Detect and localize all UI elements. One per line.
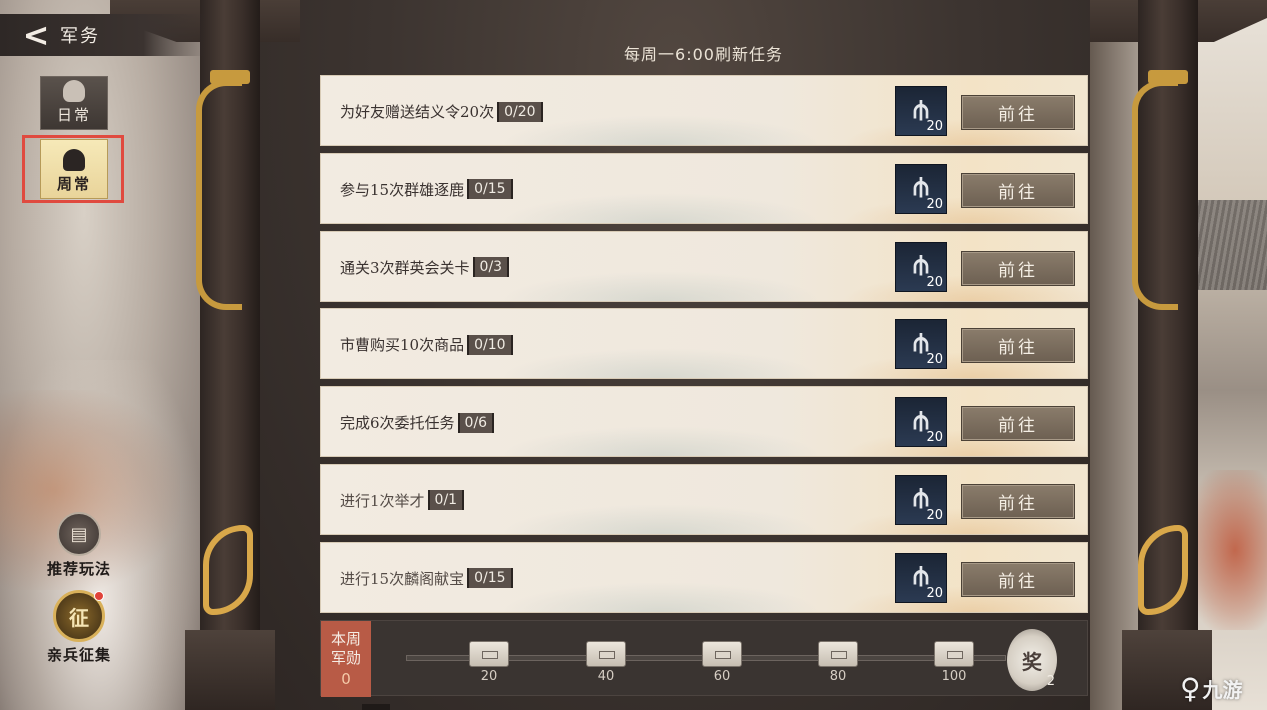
task-text: 为好友赠送结义令20次 [340,103,495,121]
task-progress: 0/10 [467,334,513,355]
reward-count: 20 [926,352,943,368]
task-progress: 0/20 [497,101,543,122]
milestone-label: 100 [941,669,967,684]
site-watermark: ♀ 九游 [1180,672,1243,705]
reward-count: 20 [926,507,943,523]
task-progress: 0/3 [472,257,510,278]
refresh-note: 每周一6:00刷新任务 [624,45,783,64]
task-progress: 0/6 [457,412,495,433]
weekly-task-list: 为好友赠送结义令20次 0/20 ⫛ 20 前往 参与15次群雄逐鹿 0/15 … [320,75,1088,620]
task-text: 通关3次群英会关卡 [340,258,470,277]
reward-item[interactable]: ⫛ 20 [895,474,947,525]
task-description: 参与15次群雄逐鹿 0/15 [340,154,513,223]
recommend-gameplay-label: 推荐玩法 [46,560,111,578]
merit-label-line2: 军勋 [330,648,361,667]
bottom-edge-element [362,704,390,710]
notification-dot [94,591,104,601]
task-text: 市曹购买10次商品 [340,336,465,355]
milestone-chest[interactable] [469,641,509,667]
task-description: 进行1次举才 0/1 [340,465,465,534]
final-reward-glyph: 奖 [1022,649,1042,674]
milestone-label: 20 [480,669,498,684]
task-progress: 0/15 [467,179,513,200]
milestone-chest[interactable] [934,641,974,667]
tab-daily-label: 日常 [56,106,91,124]
reward-count: 20 [926,119,943,134]
left-pillar-base [185,630,275,710]
watermark-text: 九游 [1202,678,1243,702]
daily-tab-icon [63,80,85,102]
reward-count: 20 [926,274,943,290]
task-description: 市曹购买10次商品 0/10 [340,309,513,378]
task-row: 进行1次举才 0/1 ⫛ 20 前往 [320,463,1088,535]
reward-item[interactable]: ⫛ 20 [895,397,947,448]
reward-item[interactable]: ⫛ 20 [895,241,947,292]
watermark-logo-icon: ♀ [1180,672,1201,705]
task-description: 为好友赠送结义令20次 0/20 [340,76,543,145]
milestone-chest[interactable] [818,641,858,667]
recruit-seal-glyph: 征 [69,605,89,630]
go-button[interactable]: 前往 [961,406,1075,442]
task-description: 进行15次麟阁献宝 0/15 [340,543,513,612]
final-reward-count: 2 [1046,674,1055,689]
guard-recruit-label: 亲兵征集 [46,646,111,664]
scroll-icon: ▤ [57,512,101,556]
reward-item[interactable]: ⫛ 20 [895,319,947,370]
go-button[interactable]: 前往 [961,483,1075,519]
merit-label-line1: 本周 [330,629,361,648]
right-roof-tiles [1187,200,1267,290]
right-red-foliage [1187,470,1267,630]
tab-daily[interactable]: 日常 [40,76,108,130]
task-row: 通关3次群英会关卡 0/3 ⫛ 20 前往 [320,230,1088,302]
task-text: 参与15次群雄逐鹿 [340,180,465,199]
task-description: 完成6次委托任务 0/6 [340,387,495,456]
reward-count: 20 [926,196,943,212]
recommend-gameplay-button[interactable]: ▤ 推荐玩法 [40,512,118,579]
merit-value: 0 [341,669,351,688]
task-row: 进行15次麟阁献宝 0/15 ⫛ 20 前往 [320,541,1088,613]
go-button[interactable]: 前往 [961,95,1075,130]
right-dragon-ornament [1132,80,1178,310]
guard-recruit-button[interactable]: 征 亲兵征集 [40,590,118,665]
recruit-seal-icon: 征 [53,590,105,642]
go-button[interactable]: 前往 [961,250,1075,286]
task-row: 为好友赠送结义令20次 0/20 ⫛ 20 前往 [320,75,1088,146]
task-text: 完成6次委托任务 [340,414,455,433]
selected-tab-highlight [22,135,124,203]
go-button[interactable]: 前往 [961,172,1075,208]
milestone-label: 60 [713,669,731,684]
final-reward-item[interactable]: 奖 2 [1007,629,1057,691]
task-progress: 0/15 [467,568,513,589]
task-text: 进行15次麟阁献宝 [340,569,465,588]
task-row: 市曹购买10次商品 0/10 ⫛ 20 前往 [320,308,1088,380]
task-row: 参与15次群雄逐鹿 0/15 ⫛ 20 前往 [320,152,1088,224]
go-button[interactable]: 前往 [961,328,1075,364]
reward-count: 20 [926,430,943,446]
reward-item[interactable]: ⫛ 20 [895,86,947,136]
reward-count: 20 [926,585,943,601]
left-dragon-ornament [196,80,242,310]
task-text: 进行1次举才 [340,491,425,510]
milestone-chest[interactable] [586,641,626,667]
weekly-merit-box: 本周 军勋 0 [321,621,371,697]
milestone-label: 80 [829,669,847,684]
milestone-chest[interactable] [702,641,742,667]
task-progress: 0/1 [427,490,465,511]
milestone-label: 40 [597,669,615,684]
go-button[interactable]: 前往 [961,561,1075,597]
task-row: 完成6次委托任务 0/6 ⫛ 20 前往 [320,386,1088,458]
weekly-merit-panel: 本周 军勋 0 20 40 60 80 100 奖 2 [320,620,1088,697]
task-description: 通关3次群英会关卡 0/3 [340,232,510,301]
reward-item[interactable]: ⫛ 20 [895,552,947,603]
reward-item[interactable]: ⫛ 20 [895,163,947,214]
